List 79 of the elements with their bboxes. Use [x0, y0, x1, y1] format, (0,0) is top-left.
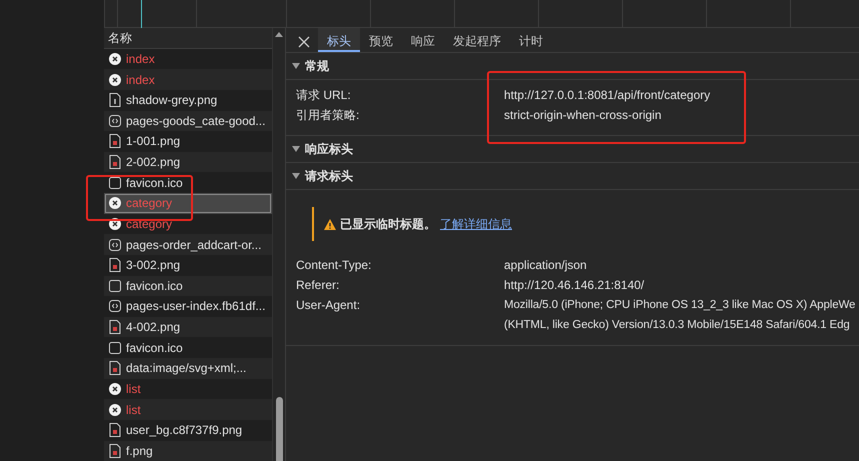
- request-row[interactable]: favicon.ico: [104, 172, 272, 194]
- section-title: 响应标头: [305, 141, 353, 158]
- blank-file-icon: [109, 340, 121, 355]
- header-value: (KHTML, like Gecko) Version/13.0.3 Mobile/15E148 Safari/604.1 Edg: [504, 318, 851, 333]
- error-icon: [109, 196, 121, 210]
- image-file-icon: [109, 320, 121, 334]
- request-name: data:image/svg+xml;...: [126, 360, 246, 378]
- section-header[interactable]: 响应标头: [286, 136, 859, 163]
- tab[interactable]: 标头: [318, 28, 360, 52]
- request-name: f.png: [126, 442, 153, 460]
- section-title: 常规: [305, 58, 329, 75]
- scroll-up-icon[interactable]: [275, 32, 283, 37]
- error-icon: [109, 52, 121, 66]
- tab[interactable]: 响应: [402, 28, 444, 52]
- request-name: shadow-grey.png: [126, 92, 218, 110]
- request-row[interactable]: f.png: [104, 440, 272, 461]
- request-name: list: [126, 402, 141, 419]
- header-value: http://120.46.146.21:8140/: [504, 277, 644, 294]
- request-row[interactable]: 1-001.png: [104, 131, 272, 152]
- request-name: category: [126, 216, 172, 233]
- request-row[interactable]: index: [104, 48, 272, 70]
- image-file-icon: [109, 134, 121, 148]
- script-icon: [109, 238, 121, 252]
- request-name: favicon.ico: [126, 174, 183, 192]
- script-icon: [109, 299, 121, 314]
- header-name: 请求 URL:: [296, 87, 352, 104]
- image-file-icon: [109, 444, 121, 458]
- error-icon: [109, 72, 121, 87]
- request-name: index: [126, 50, 155, 68]
- close-icon[interactable]: [298, 36, 310, 48]
- request-name: pages-goods_cate-good...: [126, 112, 266, 130]
- request-row[interactable]: favicon.ico: [104, 337, 272, 358]
- blank-file-icon: [109, 278, 121, 293]
- request-name: pages-order_addcart-or...: [126, 236, 262, 254]
- header-value: application/json: [504, 257, 587, 274]
- request-row[interactable]: category: [104, 214, 272, 234]
- request-row[interactable]: list: [104, 378, 272, 400]
- header-name: User-Agent:: [296, 297, 362, 314]
- tab[interactable]: 预览: [360, 28, 402, 52]
- request-row[interactable]: pages-user-index.fb61df...: [104, 296, 272, 317]
- error-icon: [109, 382, 121, 396]
- learn-more-link[interactable]: 了解详细信息: [440, 215, 512, 233]
- error-icon: [109, 216, 121, 231]
- error-icon: [109, 402, 121, 417]
- request-name: category: [126, 195, 172, 212]
- header-value: strict-origin-when-cross-origin: [504, 107, 662, 124]
- header-name: 引用者策略:: [296, 107, 360, 124]
- header-value: http://127.0.0.1:8081/api/front/category: [504, 87, 710, 104]
- section-header[interactable]: 请求标头: [286, 163, 859, 190]
- image-file-icon: [109, 361, 121, 376]
- request-row[interactable]: 3-002.png: [104, 254, 272, 276]
- warning-text: 已显示临时标题。: [340, 216, 436, 233]
- image-file-icon: [109, 155, 121, 170]
- image-file-icon: [109, 423, 121, 438]
- request-name: favicon.ico: [126, 278, 183, 295]
- request-name: favicon.ico: [126, 340, 183, 357]
- request-name: 3-002.png: [126, 257, 180, 274]
- request-name: list: [126, 380, 141, 398]
- request-row[interactable]: shadow-grey.png: [104, 90, 272, 111]
- section-header[interactable]: 常规: [286, 53, 859, 80]
- request-name: 1-001.png: [126, 133, 180, 150]
- request-row[interactable]: user_bg.c8f737f9.png: [104, 420, 272, 441]
- scrollbar-thumb[interactable]: [276, 397, 282, 461]
- header-value: Mozilla/5.0 (iPhone; CPU iPhone OS 13_2_3 like Mac OS X) AppleWe: [504, 298, 856, 313]
- tab[interactable]: 计时: [510, 28, 552, 52]
- blank-file-icon: [109, 176, 121, 190]
- header-name: Referer:: [296, 277, 340, 294]
- script-icon: [109, 114, 121, 128]
- tab[interactable]: 发起程序: [444, 28, 510, 52]
- request-name: index: [126, 72, 155, 89]
- section-title: 请求标头: [305, 168, 353, 185]
- image-file-icon: [109, 258, 121, 272]
- warning-icon: [324, 218, 336, 230]
- request-name: 2-002.png: [126, 154, 180, 172]
- request-name: user_bg.c8f737f9.png: [126, 422, 242, 440]
- request-name: pages-user-index.fb61df...: [126, 298, 266, 316]
- request-name: 4-002.png: [126, 319, 180, 336]
- file-icon: [109, 93, 121, 108]
- header-name: Content-Type:: [296, 257, 372, 274]
